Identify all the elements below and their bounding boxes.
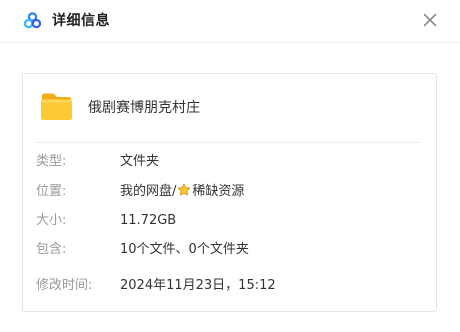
dialog-title: 详细信息 xyxy=(52,13,110,29)
detail-row-contains: 包含: 10个文件、0个文件夹 xyxy=(36,241,426,259)
folder-icon xyxy=(41,93,72,120)
modified-value: 2024年11月23日，15:12 xyxy=(120,278,276,293)
star-icon xyxy=(178,183,191,196)
close-icon[interactable] xyxy=(419,9,441,31)
folder-name: 俄剧赛博朋克村庄 xyxy=(88,100,200,116)
detail-row-location: 位置: 我的网盘/稀缺资源 xyxy=(36,183,426,201)
type-value: 文件夹 xyxy=(120,154,160,169)
baidu-netdisk-logo-icon xyxy=(24,12,41,29)
detail-row-modified: 修改时间: 2024年11月23日，15:12 xyxy=(36,277,426,295)
contains-value: 10个文件、0个文件夹 xyxy=(120,242,249,257)
detail-row-type: 类型: 文件夹 xyxy=(36,153,426,171)
size-value: 11.72GB xyxy=(120,213,177,228)
details-dialog: 详细信息 俄剧赛博朋克村庄 类型: 文件夹 位置: 我的网盘/稀缺资源 大小: … xyxy=(0,0,460,332)
divider xyxy=(35,142,421,143)
size-label: 大小: xyxy=(36,213,67,228)
modified-label: 修改时间: xyxy=(36,278,93,293)
dialog-titlebar: 详细信息 xyxy=(0,0,460,43)
detail-row-size: 大小: 11.72GB xyxy=(36,212,426,230)
contains-label: 包含: xyxy=(36,242,67,257)
location-path-prefix: 我的网盘/ xyxy=(120,184,177,199)
details-card: 俄剧赛博朋克村庄 类型: 文件夹 位置: 我的网盘/稀缺资源 大小: 11.72… xyxy=(22,73,437,312)
type-label: 类型: xyxy=(36,154,67,169)
location-label: 位置: xyxy=(36,184,67,199)
location-value[interactable]: 我的网盘/稀缺资源 xyxy=(120,183,244,201)
location-path-suffix: 稀缺资源 xyxy=(192,184,245,199)
